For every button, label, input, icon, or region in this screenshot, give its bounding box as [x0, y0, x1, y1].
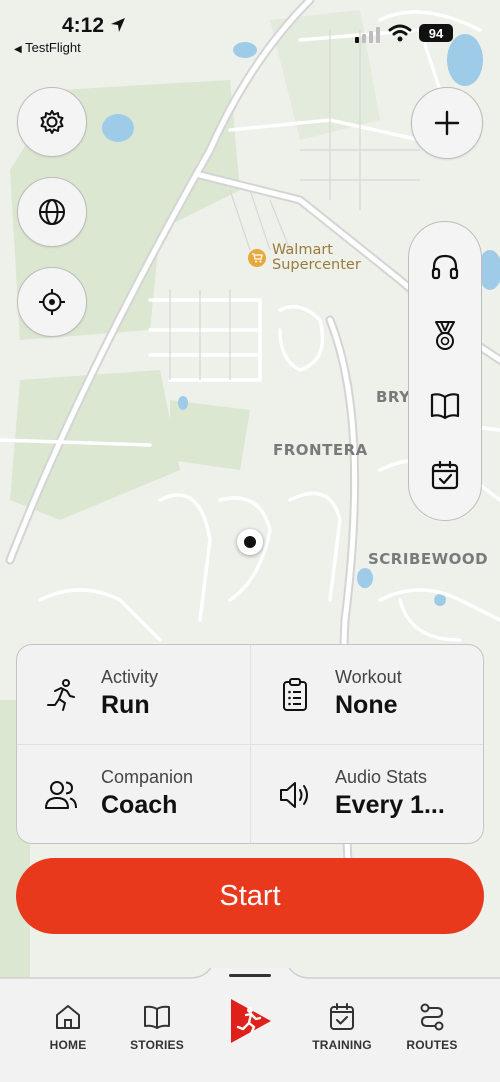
user-location-marker — [237, 529, 263, 555]
clipboard-list-icon — [283, 678, 307, 711]
activity-value: Run — [101, 691, 150, 719]
tab-stories-label: STORIES — [130, 1038, 184, 1052]
globe-icon — [39, 199, 65, 225]
tab-training-label: TRAINING — [312, 1038, 372, 1052]
calendar-check-icon — [431, 461, 459, 490]
cellular-signal-icon — [355, 27, 380, 43]
battery-indicator: 94 — [419, 24, 453, 42]
poi-name-line2: Supercenter — [272, 257, 361, 273]
tab-routes-label: ROUTES — [406, 1038, 458, 1052]
back-app-label: TestFlight — [25, 40, 81, 55]
shopping-cart-icon — [248, 249, 266, 267]
add-button[interactable] — [411, 87, 483, 159]
gear-icon — [40, 110, 64, 134]
location-arrow-icon — [110, 18, 125, 32]
plus-icon — [434, 110, 460, 136]
start-button[interactable]: Start — [16, 858, 484, 934]
book-icon — [144, 1005, 170, 1029]
users-icon — [45, 781, 77, 809]
settings-button[interactable] — [17, 87, 87, 157]
recenter-location-button[interactable] — [17, 267, 87, 337]
workout-setting[interactable]: Workout None — [250, 645, 483, 744]
speaker-icon — [280, 782, 308, 808]
tab-run[interactable] — [210, 996, 290, 1046]
map-label-bry: BRY — [376, 388, 411, 406]
activity-label: Activity — [101, 667, 159, 687]
status-bar: 4:12 ◀ TestFlight 94 — [0, 0, 500, 60]
tab-stories[interactable]: STORIES — [117, 1002, 197, 1052]
tab-home[interactable]: HOME — [28, 1002, 108, 1052]
back-triangle-icon: ◀ — [14, 44, 22, 55]
audio-stats-value: Every 1... — [335, 791, 445, 819]
map-poi-walmart[interactable]: Walmart Supercenter — [248, 243, 361, 273]
guides-button[interactable] — [425, 386, 465, 426]
status-time: 4:12 — [62, 14, 126, 38]
companion-setting[interactable]: Companion Coach — [17, 744, 250, 843]
quick-actions-pill — [408, 221, 482, 521]
challenges-button[interactable] — [425, 316, 465, 356]
runner-icon — [47, 679, 75, 711]
run-settings-card: Activity Run Workout None Companion Coac… — [16, 644, 484, 844]
audio-stats-setting[interactable]: Audio Stats Every 1... — [250, 744, 483, 843]
map-label-scribewood: SCRIBEWOOD — [368, 550, 489, 568]
back-to-app-link[interactable]: ◀ TestFlight — [14, 40, 81, 55]
book-icon — [430, 392, 460, 419]
calendar-check-icon — [330, 1003, 354, 1030]
plan-button[interactable] — [425, 455, 465, 495]
home-icon — [56, 1005, 80, 1029]
tab-training[interactable]: TRAINING — [302, 1002, 382, 1052]
companion-label: Companion — [101, 767, 194, 787]
map-label-frontera: FRONTERA — [273, 441, 368, 459]
crosshair-icon — [39, 289, 65, 315]
companion-value: Coach — [101, 791, 178, 819]
workout-label: Workout — [335, 667, 402, 687]
poi-name-line1: Walmart — [272, 242, 333, 258]
headphones-icon — [431, 254, 459, 279]
audio-button[interactable] — [425, 247, 465, 287]
map-style-button[interactable] — [17, 177, 87, 247]
center-handle[interactable] — [229, 974, 271, 977]
app-logo-icon — [231, 999, 271, 1043]
workout-value: None — [335, 691, 398, 719]
audio-stats-label: Audio Stats — [335, 767, 428, 787]
medal-icon — [435, 321, 455, 351]
route-icon — [420, 1003, 444, 1031]
wifi-icon — [388, 24, 412, 42]
tab-home-label: HOME — [49, 1038, 87, 1052]
battery-level: 94 — [428, 25, 444, 41]
activity-setting[interactable]: Activity Run — [17, 645, 250, 744]
tab-routes[interactable]: ROUTES — [392, 1002, 472, 1052]
